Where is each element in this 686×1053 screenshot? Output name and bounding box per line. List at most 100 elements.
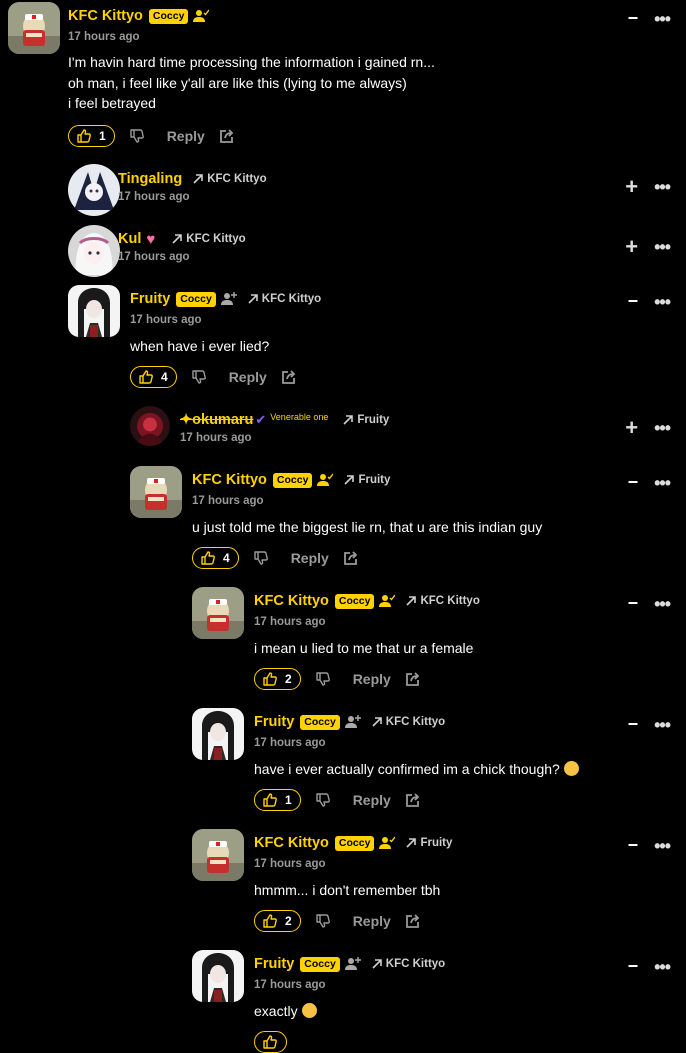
reply-button[interactable]: Reply xyxy=(229,369,267,385)
thumbs-up-icon xyxy=(262,1034,278,1050)
reply-to[interactable]: Fruity xyxy=(343,474,390,486)
collapse-button[interactable]: − xyxy=(628,714,639,735)
like-button[interactable]: 1 xyxy=(254,789,301,811)
avatar[interactable] xyxy=(68,164,120,216)
reply-to[interactable]: KFC Kittyo xyxy=(405,595,480,607)
dislike-button[interactable] xyxy=(315,792,331,808)
timestamp: 17 hours ago xyxy=(118,191,190,203)
more-options-button[interactable]: ••• xyxy=(654,419,671,437)
expand-button[interactable]: + xyxy=(625,174,638,200)
reply-button[interactable]: Reply xyxy=(353,913,391,929)
like-count: 1 xyxy=(99,129,106,143)
share-button[interactable] xyxy=(281,369,297,385)
username[interactable]: Fruity xyxy=(254,714,294,730)
reply-arrow-icon xyxy=(371,958,383,970)
dislike-button[interactable] xyxy=(191,369,207,385)
share-icon xyxy=(343,550,359,566)
avatar[interactable] xyxy=(192,708,244,760)
avatar[interactable] xyxy=(192,587,244,639)
thumbs-down-icon xyxy=(253,550,269,566)
more-options-button[interactable]: ••• xyxy=(654,595,671,613)
add-friend-icon[interactable] xyxy=(345,957,361,971)
reply-button[interactable]: Reply xyxy=(353,671,391,687)
more-options-button[interactable]: ••• xyxy=(654,293,671,311)
dislike-button[interactable] xyxy=(129,128,145,144)
username[interactable]: Tingaling xyxy=(118,171,182,187)
share-icon xyxy=(219,128,235,144)
add-friend-icon[interactable] xyxy=(345,715,361,729)
share-button[interactable] xyxy=(219,128,235,144)
user-check-icon xyxy=(379,594,395,608)
timestamp: 17 hours ago xyxy=(254,737,326,749)
thumbs-up-icon xyxy=(262,913,278,929)
username[interactable]: KFC Kittyo xyxy=(254,835,329,851)
avatar[interactable] xyxy=(130,406,170,446)
timestamp: 17 hours ago xyxy=(68,31,140,43)
dislike-button[interactable] xyxy=(253,550,269,566)
like-button[interactable]: 2 xyxy=(254,910,301,932)
collapse-button[interactable]: − xyxy=(628,956,639,977)
reply-arrow-icon xyxy=(343,474,355,486)
more-options-button[interactable]: ••• xyxy=(654,716,671,734)
reply-arrow-icon xyxy=(171,233,183,245)
share-icon xyxy=(405,792,421,808)
share-button[interactable] xyxy=(405,792,421,808)
like-count: 1 xyxy=(285,793,292,807)
collapse-button[interactable]: − xyxy=(628,835,639,856)
username[interactable]: Fruity xyxy=(254,956,294,972)
username[interactable]: KFC Kittyo xyxy=(254,593,329,609)
username[interactable]: Fruity xyxy=(130,291,170,307)
like-button[interactable]: 1 xyxy=(68,125,115,147)
thumbs-down-icon xyxy=(191,369,207,385)
username[interactable]: Kul xyxy=(118,231,141,247)
timestamp: 17 hours ago xyxy=(254,979,326,991)
collapse-button[interactable]: − xyxy=(628,472,639,493)
dislike-button[interactable] xyxy=(315,913,331,929)
share-button[interactable] xyxy=(405,671,421,687)
collapse-button[interactable]: − xyxy=(628,593,639,614)
more-options-button[interactable]: ••• xyxy=(654,474,671,492)
timestamp: 17 hours ago xyxy=(254,616,326,628)
avatar[interactable] xyxy=(8,2,60,54)
like-button[interactable]: 4 xyxy=(192,547,239,569)
expand-button[interactable]: + xyxy=(625,415,638,441)
share-icon xyxy=(281,369,297,385)
share-button[interactable] xyxy=(405,913,421,929)
more-options-button[interactable]: ••• xyxy=(654,238,671,256)
reply-to[interactable]: KFC Kittyo xyxy=(247,293,321,305)
expand-button[interactable]: + xyxy=(625,234,638,260)
avatar[interactable] xyxy=(192,950,244,1002)
collapse-button[interactable]: − xyxy=(628,291,639,312)
share-button[interactable] xyxy=(343,550,359,566)
reply-to[interactable]: Fruity xyxy=(342,414,389,426)
avatar[interactable] xyxy=(68,225,120,277)
dislike-button[interactable] xyxy=(315,671,331,687)
collapse-button[interactable]: − xyxy=(628,8,639,29)
username[interactable]: ✦okumaru xyxy=(180,412,253,428)
more-options-button[interactable]: ••• xyxy=(654,958,671,976)
timestamp: 17 hours ago xyxy=(118,251,190,263)
more-options-button[interactable]: ••• xyxy=(654,837,671,855)
avatar[interactable] xyxy=(130,466,182,518)
like-button[interactable] xyxy=(254,1031,287,1053)
role-badge: Coccy xyxy=(300,714,340,730)
like-button[interactable]: 4 xyxy=(130,366,177,388)
more-options-button[interactable]: ••• xyxy=(654,10,671,28)
username[interactable]: KFC Kittyo xyxy=(192,472,267,488)
avatar[interactable] xyxy=(192,829,244,881)
reply-button[interactable]: Reply xyxy=(167,128,205,144)
reply-button[interactable]: Reply xyxy=(291,550,329,566)
like-count: 2 xyxy=(285,914,292,928)
more-options-button[interactable]: ••• xyxy=(654,178,671,196)
reply-arrow-icon xyxy=(247,293,259,305)
reply-to[interactable]: KFC Kittyo xyxy=(192,173,267,185)
like-button[interactable]: 2 xyxy=(254,668,301,690)
reply-to[interactable]: KFC Kittyo xyxy=(371,716,445,728)
reply-to[interactable]: KFC Kittyo xyxy=(171,233,246,245)
add-friend-icon[interactable] xyxy=(221,292,237,306)
avatar[interactable] xyxy=(68,285,120,337)
username[interactable]: KFC Kittyo xyxy=(68,8,143,24)
reply-to[interactable]: Fruity xyxy=(405,837,452,849)
reply-button[interactable]: Reply xyxy=(353,792,391,808)
reply-to[interactable]: KFC Kittyo xyxy=(371,958,445,970)
